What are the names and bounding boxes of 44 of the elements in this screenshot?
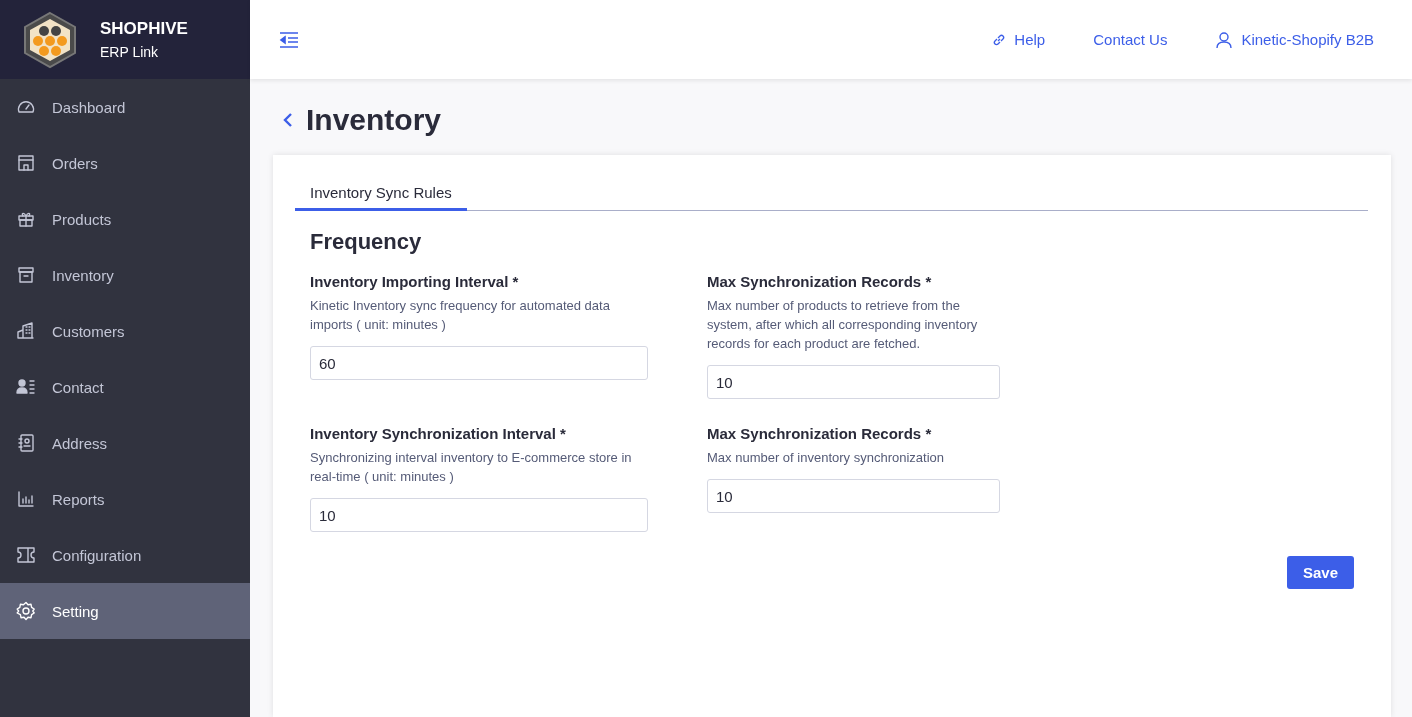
page-title: Inventory [306,103,442,137]
sidebar-item[interactable]: Inventory [0,247,250,303]
sidebar-item[interactable]: Reports [0,471,250,527]
sidebar-item[interactable]: Dashboard [0,79,250,135]
brand-name: SHOPHIVE [100,19,188,39]
menu-icon[interactable] [278,29,300,50]
field-label: Inventory Synchronization Interval * [310,425,567,442]
back-icon[interactable] [282,112,294,128]
sidebar-item[interactable]: Configuration [0,527,250,583]
input-field[interactable]: 10 [310,498,648,532]
settings-icon [16,601,36,621]
ticket-icon [16,545,36,565]
help-link[interactable]: Help [992,31,1046,48]
archive-box-icon [16,265,36,285]
contact-list-icon [16,377,36,397]
sidebar-item[interactable]: Setting [0,583,250,639]
sidebar-item[interactable]: Address [0,415,250,471]
input-field[interactable]: 10 [707,365,1000,399]
sidebar-item[interactable]: Orders [0,135,250,191]
sidebar-item[interactable]: Products [0,191,250,247]
buildings-icon [16,321,36,341]
input-field[interactable]: 10 [707,479,1000,513]
field-label: Max Synchronization Records * [707,425,933,442]
input-field[interactable]: 60 [310,346,648,380]
field-description: Max number of inventory synchronization [707,449,945,467]
user-link[interactable]: Kinetic-Shopify B2B [1215,30,1374,49]
brand-subtitle: ERP Link [100,44,160,60]
field-description: Max number of products to retrieve from the system, after which all corresponding inventory records for each product are fetched. [707,297,979,353]
field-description: Synchronizing interval inventory to E-commerce store in real-time ( unit: minutes ) [310,449,633,486]
hexagon-logo-icon [22,10,78,69]
field-label: Max Synchronization Records * [707,273,933,290]
storefront-icon [16,153,36,173]
sidebar-item[interactable]: Contact [0,359,250,415]
field-description: Kinetic Inventory sync frequency for automated data imports ( unit: minutes ) [310,297,611,334]
link-icon [992,32,1007,47]
sidebar-item[interactable]: Customers [0,303,250,359]
bar-chart-icon [16,489,36,509]
contact-link[interactable]: Contact Us [1093,31,1168,48]
user-icon [1215,30,1234,49]
tab[interactable]: Inventory Sync Rules [295,179,467,211]
section-title: Frequency [310,229,423,255]
address-book-icon [16,433,36,453]
field-label: Inventory Importing Interval * [310,273,520,290]
save-button[interactable]: Save [1286,556,1354,589]
